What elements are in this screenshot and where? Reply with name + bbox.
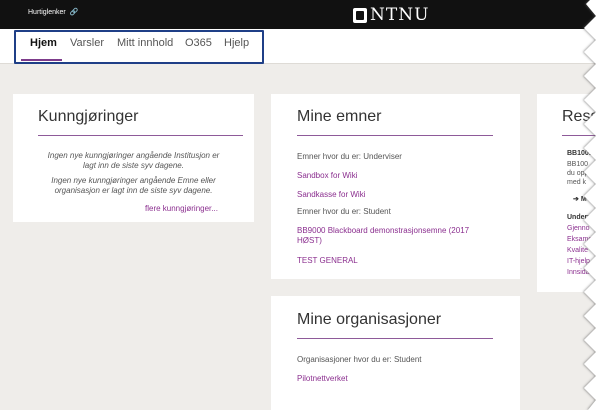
course-link[interactable]: BB9000 Blackboard demonstrasjonsemne (20…	[297, 226, 469, 236]
role-heading: Emner hvor du er: Student	[297, 207, 391, 216]
announcement-text: Ingen nye kunngjøringer angående Emne el…	[51, 176, 216, 185]
organization-link[interactable]: Pilotnettverket	[297, 374, 348, 384]
organizations-card: Mine organisasjoner Organisasjoner hvor …	[271, 296, 520, 410]
ntnu-logo-text: NTNU	[370, 5, 430, 25]
quicklinks-button[interactable]: Hurtiglenker 🔗	[28, 8, 78, 16]
top-bar	[0, 0, 600, 29]
quicklinks-label: Hurtiglenker	[28, 9, 66, 16]
role-heading: Emner hvor du er: Underviser	[297, 152, 402, 161]
announcement-text: Ingen nye kunngjøringer angående Institu…	[47, 151, 220, 160]
ntnu-logo[interactable]: NTNU	[353, 5, 429, 25]
announcements-card: Kunngjøringer Ingen nye kunngjøringer an…	[13, 94, 254, 222]
course-link[interactable]: Sandkasse for Wiki	[297, 190, 365, 200]
title-rule	[297, 135, 493, 136]
announcement-text: organisasjon er lagt inn de siste syv da…	[54, 186, 213, 195]
link-icon: 🔗	[69, 9, 79, 16]
announcements-title: Kunngjøringer	[38, 108, 139, 125]
nav-highlight-box	[14, 30, 264, 64]
announcement-text: lagt inn de siste syv dagene.	[83, 161, 184, 170]
title-rule	[297, 338, 493, 339]
course-link[interactable]: TEST GENERAL	[297, 256, 358, 266]
courses-card: Mine emner Emner hvor du er: Underviser …	[271, 94, 520, 279]
more-announcements-link[interactable]: flere kunngjøringer...	[145, 204, 218, 214]
course-link[interactable]: Sandbox for Wiki	[297, 171, 357, 181]
courses-title: Mine emner	[297, 108, 382, 125]
torn-edge-decoration	[584, 0, 600, 410]
role-heading: Organisasjoner hvor du er: Student	[297, 355, 422, 364]
course-link[interactable]: HØST)	[297, 236, 322, 246]
ntnu-logo-mark-icon	[353, 7, 367, 23]
title-rule	[38, 135, 243, 136]
organizations-title: Mine organisasjoner	[297, 311, 442, 328]
